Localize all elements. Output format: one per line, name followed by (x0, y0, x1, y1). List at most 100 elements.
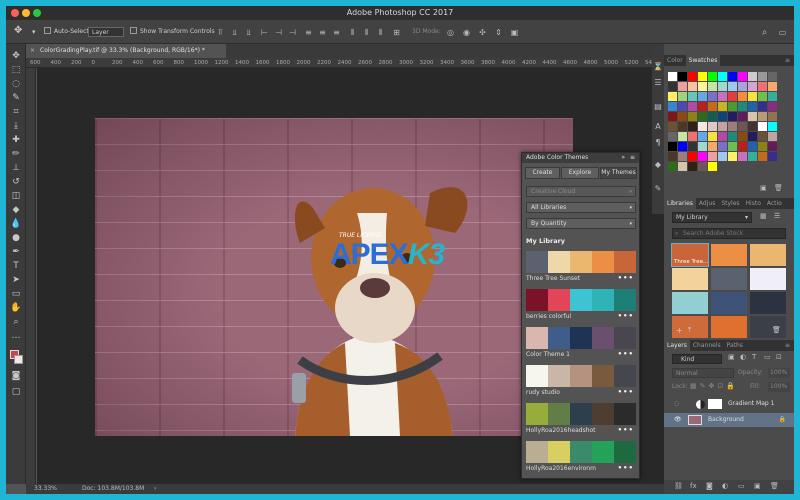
color-swatch[interactable] (728, 122, 737, 131)
library-dropdown[interactable]: My Library ▾ (672, 212, 752, 223)
align-left-icon[interactable]: ⊢ (260, 28, 269, 37)
tab-history[interactable]: Histo (743, 198, 764, 209)
color-swatch[interactable] (678, 132, 687, 141)
theme-options-icon[interactable]: ••• (618, 311, 634, 322)
tab-layers[interactable]: Layers (664, 340, 690, 351)
color-swatch[interactable] (758, 102, 767, 111)
tab-styles[interactable]: Styles (718, 198, 742, 209)
color-swatch[interactable] (738, 102, 747, 111)
group-icon[interactable]: ▭ (738, 482, 745, 490)
3d-orbit-icon[interactable]: ◎ (446, 28, 455, 37)
color-swatch[interactable] (708, 142, 717, 151)
color-swatch[interactable] (678, 82, 687, 91)
screen-mode-icon[interactable]: ▢ (9, 386, 23, 398)
color-swatch[interactable] (688, 92, 697, 101)
color-swatch[interactable] (668, 122, 677, 131)
panel-menu-icon[interactable]: ≡ (785, 55, 790, 66)
color-swatch[interactable] (698, 152, 707, 161)
color-swatch[interactable] (708, 92, 717, 101)
color-swatch[interactable] (668, 92, 677, 101)
distribute-center-icon[interactable]: ≡ (318, 28, 327, 37)
color-swatch[interactable] (758, 72, 767, 81)
3d-pan-icon[interactable]: ✣ (478, 28, 487, 37)
color-swatch[interactable] (668, 162, 677, 171)
library-color-swatch[interactable] (750, 244, 786, 266)
color-swatch[interactable] (688, 72, 697, 81)
layer-style-icon[interactable]: fx (690, 482, 697, 490)
color-swatch[interactable] (678, 102, 687, 111)
tab-channels[interactable]: Channels (690, 340, 724, 351)
color-swatch[interactable] (668, 82, 677, 91)
color-swatch[interactable] (688, 112, 697, 121)
document-tab[interactable]: × ColorGradingPlay.tif @ 33.3% (Backgrou… (26, 44, 226, 58)
quick-select-tool-icon[interactable]: ✎ (9, 92, 23, 104)
stock-search-input[interactable]: ⌕ Search Adobe Stock (672, 228, 786, 239)
notes-panel-icon[interactable]: ✎ (653, 184, 663, 194)
color-swatch[interactable] (728, 82, 737, 91)
move-tool-icon[interactable]: ✥ (14, 25, 22, 37)
type-tool-icon[interactable]: T (9, 260, 23, 272)
color-swatch[interactable] (768, 132, 777, 141)
trash-icon[interactable]: 🗑 (772, 326, 781, 334)
color-swatch[interactable] (718, 82, 727, 91)
color-swatch[interactable] (758, 142, 767, 151)
color-swatch[interactable] (708, 112, 717, 121)
theme-options-icon[interactable]: ••• (618, 463, 634, 474)
color-swatch[interactable] (668, 102, 677, 111)
color-swatch[interactable] (698, 102, 707, 111)
color-swatch[interactable] (698, 132, 707, 141)
distribute-bottom-icon[interactable]: ≡ (332, 28, 341, 37)
tab-actions[interactable]: Actio (764, 198, 785, 209)
color-swatch[interactable] (758, 122, 767, 131)
pen-tool-icon[interactable]: ✒ (9, 246, 23, 258)
color-swatch[interactable] (698, 142, 707, 151)
color-swatch[interactable] (728, 92, 737, 101)
color-swatch[interactable] (768, 152, 777, 161)
color-swatch[interactable] (738, 132, 747, 141)
color-swatch[interactable] (748, 72, 757, 81)
upload-icon[interactable]: ⤒ (688, 326, 691, 335)
color-swatch[interactable] (688, 162, 697, 171)
panel-menu-icon[interactable]: ≡ (630, 153, 635, 163)
color-swatch[interactable] (718, 122, 727, 131)
eraser-tool-icon[interactable]: ◫ (9, 190, 23, 202)
color-swatch[interactable] (758, 152, 767, 161)
theme-options-icon[interactable]: ••• (618, 425, 634, 436)
lasso-tool-icon[interactable]: ◌ (9, 78, 23, 90)
color-swatch[interactable] (758, 92, 767, 101)
add-mask-icon[interactable]: ◙ (706, 482, 713, 490)
minimize-window-button[interactable] (22, 9, 30, 17)
trash-icon[interactable]: 🗑 (770, 482, 779, 490)
color-swatch[interactable] (698, 82, 707, 91)
color-swatch[interactable] (688, 142, 697, 151)
filter-pixel-icon[interactable]: ▣ (728, 353, 735, 361)
healing-brush-tool-icon[interactable]: ✚ (9, 134, 23, 146)
3d-slide-icon[interactable]: ⇕ (494, 28, 503, 37)
color-swatch[interactable] (748, 142, 757, 151)
3d-scale-icon[interactable]: ▣ (510, 28, 519, 37)
color-swatch[interactable] (728, 72, 737, 81)
library-color-swatch[interactable] (672, 268, 708, 290)
color-swatch[interactable] (708, 162, 717, 171)
color-swatch[interactable] (728, 152, 737, 161)
color-swatch[interactable] (748, 102, 757, 111)
theme-options-icon[interactable]: ••• (618, 387, 634, 398)
new-swatch-icon[interactable]: ▣ (760, 184, 767, 192)
color-swatch[interactable] (718, 72, 727, 81)
opacity-input[interactable]: 100% (768, 368, 790, 378)
color-swatch[interactable] (738, 82, 747, 91)
align-right-icon[interactable]: ⊣ (288, 28, 297, 37)
color-swatch[interactable] (678, 72, 687, 81)
list-view-icon[interactable]: ☰ (774, 212, 780, 220)
library-color-swatch[interactable] (711, 268, 747, 290)
color-swatch[interactable] (768, 72, 777, 81)
tab-color[interactable]: Color (664, 55, 686, 66)
color-swatch[interactable] (718, 132, 727, 141)
collapse-panel-icon[interactable]: » (621, 153, 625, 163)
panel-menu-icon[interactable]: ≡ (785, 340, 790, 351)
history-brush-tool-icon[interactable]: ↺ (9, 176, 23, 188)
brush-settings-icon[interactable]: ☰ (653, 78, 663, 88)
distribute-top-icon[interactable]: ≡ (304, 28, 313, 37)
move-tool-icon[interactable]: ✥ (9, 50, 23, 62)
align-bottom-icon[interactable]: ⫫ (244, 28, 253, 37)
